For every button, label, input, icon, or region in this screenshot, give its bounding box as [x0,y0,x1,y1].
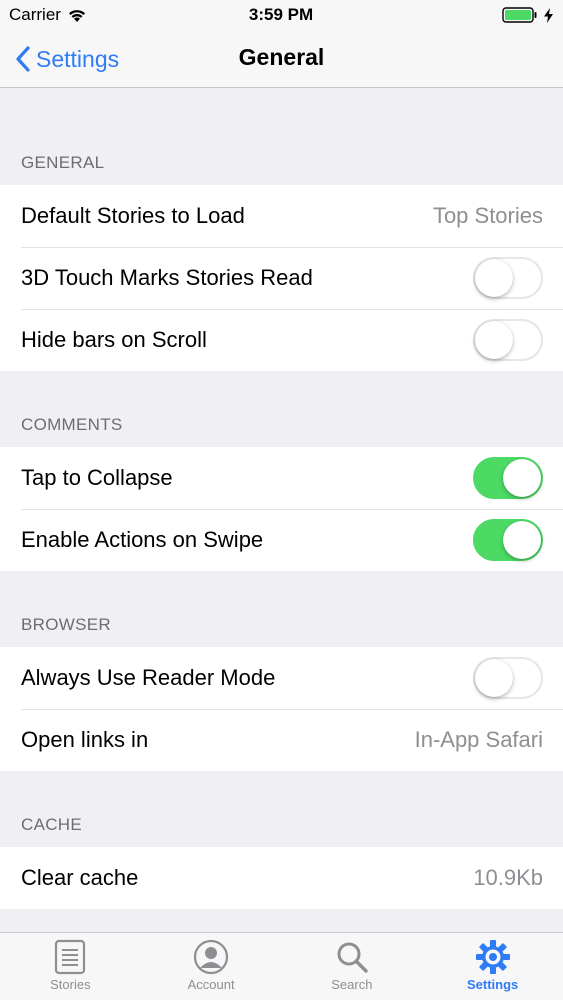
toggle-knob [475,321,513,359]
toggle-hide-bars[interactable] [473,319,543,361]
status-right [393,7,553,23]
tab-settings[interactable]: Settings [422,933,563,1000]
row-label: Open links in [21,727,149,752]
row-label: Always Use Reader Mode [21,665,276,690]
status-bar: Carrier 3:59 PM [0,0,563,30]
row-label: Tap to Collapse [21,465,173,490]
section-comments: Tap to Collapse Enable Actions on Swipe [0,447,563,571]
row-label: Clear cache [21,865,139,890]
account-icon [194,939,229,975]
row-label: Enable Actions on Swipe [21,527,264,552]
row-label: 3D Touch Marks Stories Read [21,265,313,290]
carrier-label: Carrier [9,5,61,24]
toggle-knob [503,459,541,497]
row-label: Default Stories to Load [21,203,245,228]
toggle-reader-mode[interactable] [473,657,543,699]
toggle-tap-collapse[interactable] [473,457,543,499]
row-reader-mode: Always Use Reader Mode [0,647,563,709]
row-value: In-App Safari [414,727,543,752]
tab-search[interactable]: Search [282,933,423,1000]
toggle-knob [475,659,513,697]
navigation-bar: Settings General [0,30,563,88]
row-tap-collapse: Tap to Collapse [0,447,563,509]
tab-label: Search [331,977,373,992]
page-title: General [238,44,325,70]
toggle-knob [503,521,541,559]
section-cache: Clear cache 10.9Kb [0,847,563,909]
search-icon [337,942,368,973]
row-value: Top Stories [432,203,543,228]
section-header-general: GENERAL [21,153,105,172]
tab-stories[interactable]: Stories [0,933,141,1000]
section-browser: Always Use Reader Mode Open links in In-… [0,647,563,771]
row-label: Hide bars on Scroll [21,327,207,352]
row-hide-bars: Hide bars on Scroll [0,309,563,371]
tab-label: Settings [466,977,519,992]
section-header-browser: BROWSER [21,615,111,634]
tab-label: Account [187,977,235,992]
row-3d-touch: 3D Touch Marks Stories Read [0,247,563,309]
tab-bar: Stories Account Search Settings [0,932,563,1000]
row-default-stories[interactable]: Default Stories to Load Top Stories [0,185,563,247]
section-header-comments: COMMENTS [21,415,123,434]
section-header-cache: CACHE [21,815,83,834]
stories-icon [55,939,86,975]
status-time: 3:59 PM [248,5,314,24]
battery-icon [502,7,537,23]
tab-label: Stories [50,977,91,992]
wifi-icon [68,9,85,22]
tab-account[interactable]: Account [141,933,282,1000]
settings-icon [475,940,510,974]
row-value: 10.9Kb [473,865,543,890]
row-swipe-actions: Enable Actions on Swipe [0,509,563,571]
toggle-3d-touch[interactable] [473,257,543,299]
row-open-links[interactable]: Open links in In-App Safari [0,709,563,771]
toggle-knob [475,259,513,297]
row-clear-cache[interactable]: Clear cache 10.9Kb [0,847,563,909]
settings-list: GENERAL Default Stories to Load Top Stor… [0,89,563,909]
toggle-swipe-actions[interactable] [473,519,543,561]
section-general: Default Stories to Load Top Stories 3D T… [0,185,563,371]
charging-bolt-icon [544,7,553,23]
status-left: Carrier [9,5,169,25]
